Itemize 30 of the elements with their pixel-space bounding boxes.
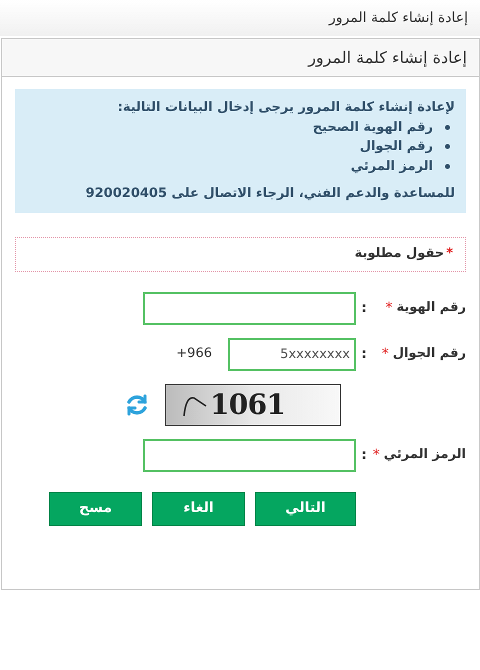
required-mark: * <box>446 245 453 264</box>
info-item: رقم الجوال <box>360 138 433 156</box>
panel-title: إعادة إنشاء كلمة المرور <box>308 46 467 69</box>
required-mark: * <box>372 446 380 464</box>
info-item: رقم الهوية الصحيح <box>312 118 433 136</box>
field-label: رقم الجوال <box>392 345 466 364</box>
required-mark: * <box>385 298 392 318</box>
bullet-icon <box>445 124 450 130</box>
info-item: الرمز المرئي <box>350 158 433 176</box>
required-note-text: حقول مطلوبة <box>354 245 444 264</box>
captcha-code: 1061 <box>210 386 286 422</box>
country-code: +966 <box>176 345 212 364</box>
input-field[interactable] <box>143 292 356 324</box>
page-title: إعادة إنشاء كلمة المرور <box>329 8 468 28</box>
mobile-input[interactable]: 5xxxxxxxx <box>228 338 356 370</box>
form-button[interactable]: الغاء <box>152 492 245 526</box>
form-button[interactable]: التالي <box>255 492 356 526</box>
colon: : <box>360 446 368 464</box>
field-label: الرمز المرئي <box>384 446 466 464</box>
field-label: رقم الهوية <box>396 299 466 318</box>
form-button[interactable]: مسح <box>49 492 142 526</box>
required-mark: * <box>382 344 389 364</box>
info-intro: لإعادة إنشاء كلمة المرور يرجى إدخال البيانات التالية: <box>116 99 455 117</box>
colon: : <box>360 298 368 318</box>
bullet-icon <box>445 164 450 169</box>
colon: : <box>360 344 368 364</box>
bullet-icon <box>445 144 450 150</box>
support-text: للمساعدة والدعم الفني، الرجاء الاتصال على 920020405 <box>84 185 455 203</box>
refresh-icon[interactable] <box>125 392 149 416</box>
input-field[interactable] <box>143 438 356 472</box>
